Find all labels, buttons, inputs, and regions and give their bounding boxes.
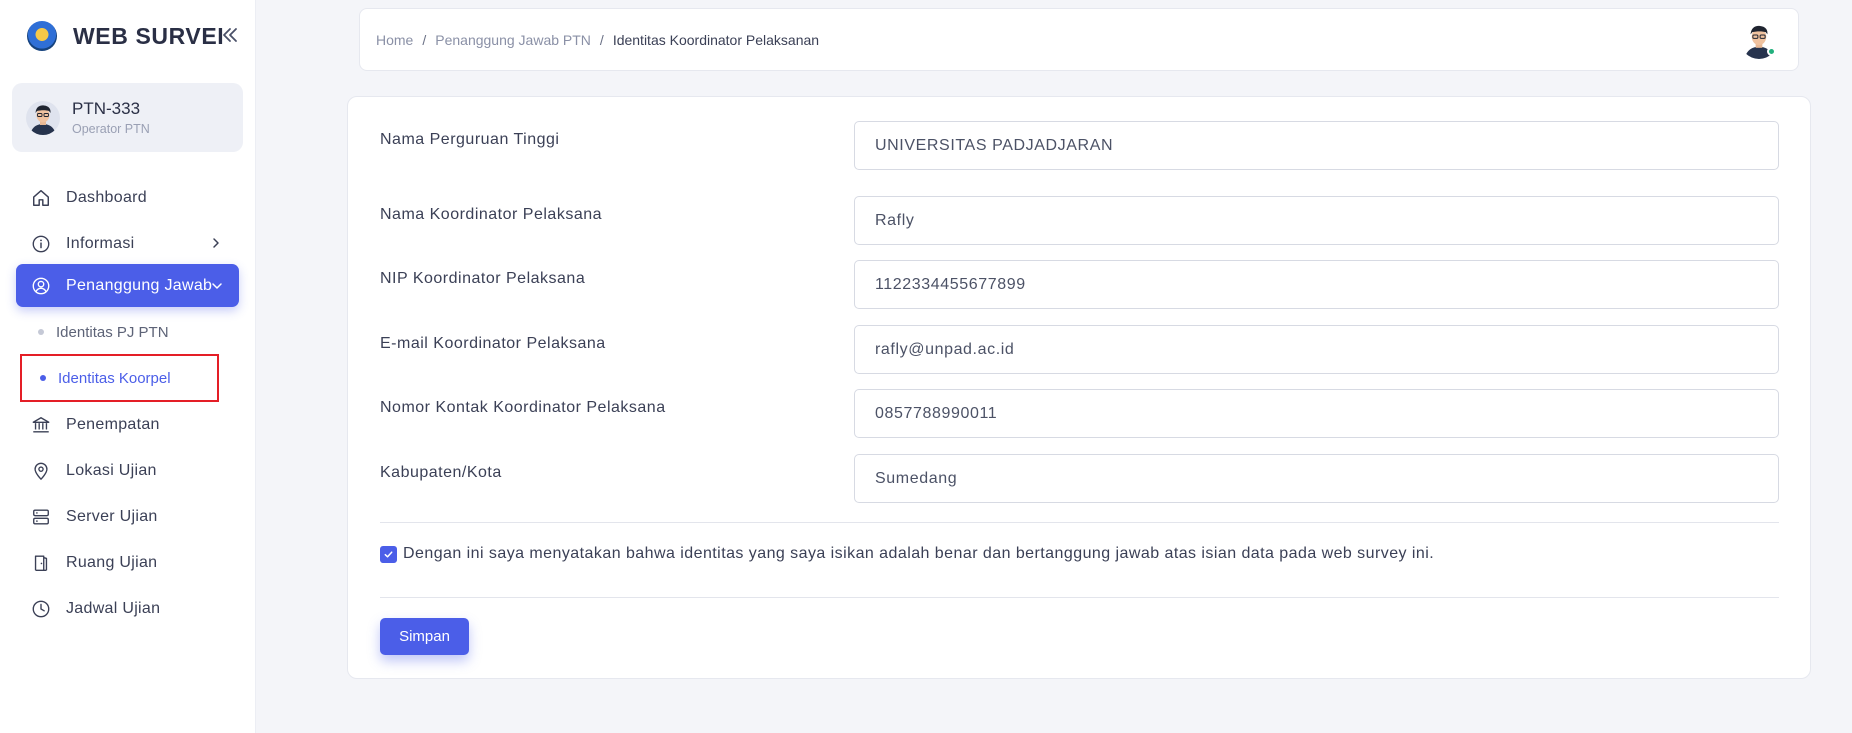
sidebar-item-label: Lokasi Ujian [66, 462, 157, 479]
sidebar-item-penanggung-jawab[interactable]: Penanggung Jawab [16, 264, 239, 307]
divider [380, 597, 1779, 598]
chevron-right-icon [213, 238, 219, 248]
sidebar-item-label: Dashboard [66, 189, 147, 206]
field-label-kabupaten: Kabupaten/Kota [380, 464, 502, 481]
breadcrumb: Home / Penanggung Jawab PTN / Identitas … [376, 32, 819, 48]
brand[interactable]: WEB SURVEI [27, 21, 224, 51]
nip-koordinator-input[interactable] [854, 260, 1779, 309]
sidebar-subitem-label: Identitas Koorpel [58, 369, 171, 387]
field-label-nama-pt: Nama Perguruan Tinggi [380, 131, 560, 148]
info-icon [30, 233, 52, 255]
nama-koordinator-input[interactable] [854, 196, 1779, 245]
sidebar-item-dashboard[interactable]: Dashboard [16, 176, 239, 220]
sidebar-item-penempatan[interactable]: Penempatan [16, 403, 239, 447]
user-card[interactable]: PTN-333 Operator PTN [12, 83, 243, 152]
avatar [26, 100, 60, 135]
user-name: PTN-333 [72, 99, 141, 118]
sidebar-item-ruang-ujian[interactable]: Ruang Ujian [16, 541, 239, 585]
sidebar: WEB SURVEI PTN-333 Operator PTN Dashboar… [0, 0, 256, 733]
sidebar-item-lokasi-ujian[interactable]: Lokasi Ujian [16, 449, 239, 493]
field-label-email: E-mail Koordinator Pelaksana [380, 335, 606, 352]
app-logo [27, 21, 57, 51]
breadcrumb-current: Identitas Koordinator Pelaksanan [612, 32, 820, 48]
breadcrumb-separator: / [599, 32, 604, 48]
sidebar-subitem-label: Identitas PJ PTN [56, 323, 169, 341]
sidebar-item-label: Informasi [66, 235, 135, 252]
sidebar-item-label: Ruang Ujian [66, 554, 158, 571]
profile-menu[interactable] [1740, 21, 1778, 59]
sidebar-item-label: Penempatan [66, 416, 160, 433]
consent-label[interactable]: Dengan ini saya menyatakan bahwa identit… [403, 545, 1434, 563]
collapse-sidebar-icon[interactable] [220, 25, 240, 45]
nomor-kontak-input[interactable] [854, 389, 1779, 438]
breadcrumb-parent[interactable]: Penanggung Jawab PTN [435, 32, 591, 48]
sidebar-subitem-identitas-koorpel[interactable]: Identitas Koorpel [20, 354, 219, 402]
field-label-nomor-kontak: Nomor Kontak Koordinator Pelaksana [380, 399, 666, 416]
breadcrumb-home[interactable]: Home [376, 32, 413, 48]
nama-perguruan-tinggi-input[interactable] [854, 121, 1779, 170]
sidebar-item-label: Server Ujian [66, 508, 158, 525]
map-pin-icon [30, 460, 52, 482]
chevron-down-icon [212, 283, 222, 289]
check-icon [384, 550, 393, 558]
field-label-nip: NIP Koordinator Pelaksana [380, 270, 586, 287]
breadcrumb-separator: / [422, 32, 427, 48]
user-circle-icon [30, 275, 52, 297]
sidebar-item-label: Penanggung Jawab [66, 276, 213, 294]
bullet-icon [38, 329, 44, 335]
server-icon [30, 506, 52, 528]
sidebar-item-informasi[interactable]: Informasi [16, 222, 239, 266]
user-role: Operator PTN [72, 122, 150, 136]
sidebar-item-server-ujian[interactable]: Server Ujian [16, 495, 239, 539]
home-icon [30, 187, 52, 209]
sidebar-subitem-identitas-pj-ptn[interactable]: Identitas PJ PTN [20, 310, 219, 354]
email-koordinator-input[interactable] [854, 325, 1779, 374]
divider [380, 522, 1779, 523]
consent-row: Dengan ini saya menyatakan bahwa identit… [380, 545, 1434, 563]
sidebar-item-label: Jadwal Ujian [66, 600, 161, 617]
bank-icon [30, 414, 52, 436]
door-icon [30, 552, 52, 574]
clock-icon [30, 598, 52, 620]
save-button[interactable]: Simpan [380, 618, 469, 655]
app-title: WEB SURVEI [73, 22, 225, 49]
field-label-nama-koordinator: Nama Koordinator Pelaksana [380, 206, 603, 223]
online-status-indicator [1767, 47, 1776, 56]
bullet-icon [40, 375, 46, 381]
consent-checkbox[interactable] [380, 545, 397, 563]
kabupaten-kota-input[interactable] [854, 454, 1779, 503]
breadcrumb-bar: Home / Penanggung Jawab PTN / Identitas … [359, 8, 1799, 71]
sidebar-item-jadwal-ujian[interactable]: Jadwal Ujian [16, 587, 239, 631]
koordinator-form: Nama Perguruan Tinggi Nama Koordinator P… [347, 96, 1811, 679]
